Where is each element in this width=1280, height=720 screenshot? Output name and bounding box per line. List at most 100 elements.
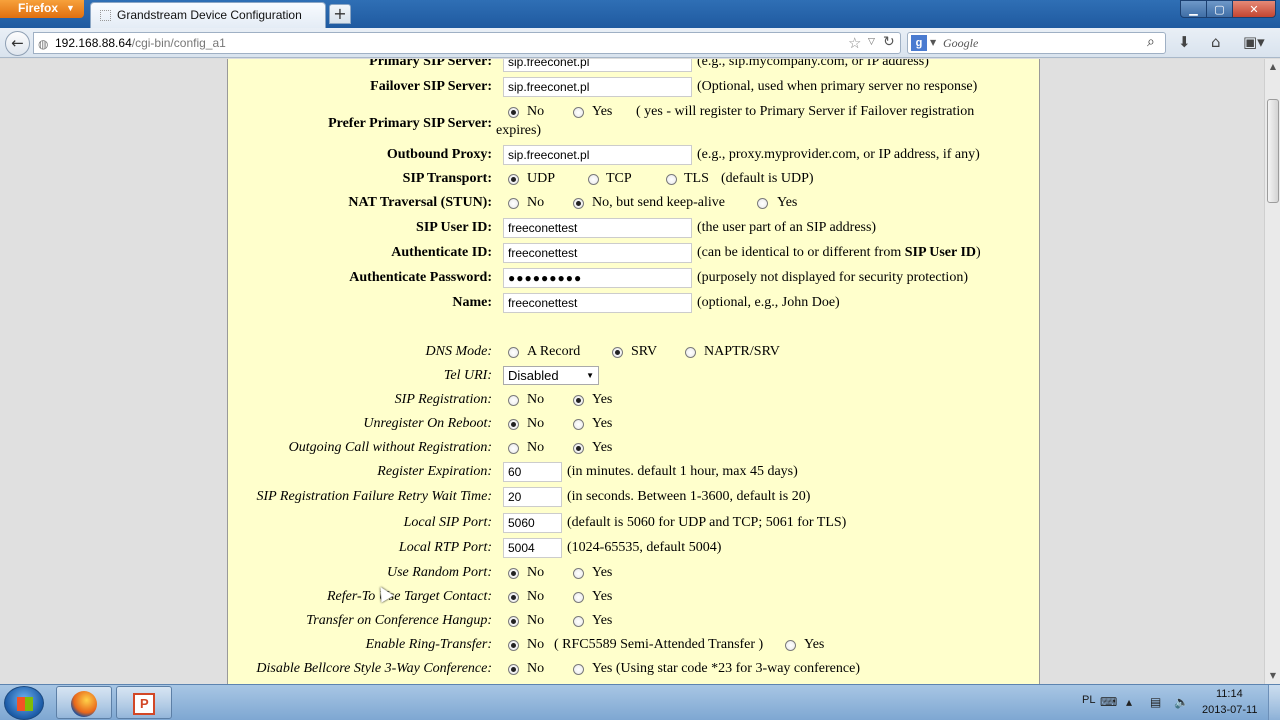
ring-transfer-yes-radio[interactable] xyxy=(785,640,796,651)
back-button[interactable]: ← xyxy=(5,31,30,56)
local-sip-port-input[interactable]: 5060 xyxy=(503,513,562,533)
taskbar-app-button[interactable] xyxy=(116,686,172,719)
random-port-no-radio[interactable] xyxy=(508,568,519,579)
reload-icon[interactable]: ↻ xyxy=(883,34,895,50)
field-hint: (1024-65535, default 5004) xyxy=(567,540,722,555)
local-rtp-port-row: Local RTP Port: 5004 (1024-65535, defaul… xyxy=(228,538,1041,562)
history-dropdown-icon[interactable]: ▽ xyxy=(868,37,875,47)
radio-label: Yes xyxy=(592,104,613,119)
outgoing-no-radio[interactable] xyxy=(508,443,519,454)
tel-uri-row: Tel URI: Disabled ▼ xyxy=(228,366,1041,390)
ring-transfer-no-radio[interactable] xyxy=(508,640,519,651)
field-label: Disable Bellcore Style 3-Way Conference: xyxy=(256,661,492,676)
firefox-menu-label: Firefox xyxy=(18,1,59,15)
search-bar[interactable]: g ▼ Google ⌕ xyxy=(907,32,1166,54)
search-icon[interactable]: ⌕ xyxy=(1147,34,1155,50)
bookmark-star-icon[interactable]: ☆ xyxy=(848,34,861,52)
sip-registration-no-radio[interactable] xyxy=(508,395,519,406)
field-label: Transfer on Conference Hangup: xyxy=(306,613,492,628)
refer-to-no-radio[interactable] xyxy=(508,592,519,603)
tel-uri-select[interactable]: Disabled ▼ xyxy=(503,366,599,385)
back-arrow-icon: ← xyxy=(11,34,24,52)
primary-sip-server-input[interactable]: sip.freeconet.pl xyxy=(503,59,692,72)
tray-expand-icon[interactable]: ▴ xyxy=(1126,695,1132,709)
transport-tls-radio[interactable] xyxy=(666,174,677,185)
vertical-scrollbar[interactable]: ▲ ▼ xyxy=(1264,59,1280,684)
field-hint: (purposely not displayed for security pr… xyxy=(697,270,968,285)
maximize-button[interactable]: ▢ xyxy=(1206,0,1233,18)
clock-time[interactable]: 11:14 xyxy=(1216,688,1243,700)
download-icon[interactable]: ⬇ xyxy=(1178,33,1191,51)
radio-label: Yes xyxy=(592,565,613,580)
nat-no-radio[interactable] xyxy=(508,198,519,209)
sip-user-id-input[interactable]: freeconettest xyxy=(503,218,692,238)
refer-to-target-row: Refer-To Use Target Contact: No Yes xyxy=(228,587,1041,611)
scroll-up-icon[interactable]: ▲ xyxy=(1265,59,1280,75)
unregister-yes-radio[interactable] xyxy=(573,419,584,430)
dns-naptr-radio[interactable] xyxy=(685,347,696,358)
google-icon[interactable]: g xyxy=(911,35,927,51)
transfer-hangup-no-radio[interactable] xyxy=(508,616,519,627)
failover-sip-server-input[interactable]: sip.freeconet.pl xyxy=(503,77,692,97)
outgoing-yes-radio[interactable] xyxy=(573,443,584,454)
radio-label: No xyxy=(527,565,545,580)
close-window-button[interactable]: ✕ xyxy=(1232,0,1276,18)
volume-icon[interactable]: 🔈 xyxy=(1174,695,1189,709)
scrollbar-thumb[interactable] xyxy=(1267,99,1279,203)
sip-registration-row: SIP Registration: No Yes xyxy=(228,390,1041,414)
scroll-down-icon[interactable]: ▼ xyxy=(1265,668,1280,684)
start-button[interactable] xyxy=(4,686,44,720)
nat-yes-radio[interactable] xyxy=(757,198,768,209)
clock-date[interactable]: 2013-07-11 xyxy=(1202,704,1257,716)
field-note: ( RFC5589 Semi-Attended Transfer ) xyxy=(554,637,764,652)
taskbar-firefox-button[interactable] xyxy=(56,686,112,719)
field-label: Name: xyxy=(452,295,492,310)
unregister-no-radio[interactable] xyxy=(508,419,519,430)
addon-toolbar-icon[interactable]: ▣▾ xyxy=(1243,33,1265,51)
minimize-button[interactable]: ▁ xyxy=(1180,0,1207,18)
prefer-primary-no-radio[interactable] xyxy=(508,107,519,118)
language-indicator[interactable]: PL xyxy=(1082,694,1095,706)
random-port-yes-radio[interactable] xyxy=(573,568,584,579)
address-bar[interactable]: ◍ 192.168.88.64/cgi-bin/config_a1 ☆ ▽ ↻ xyxy=(33,32,901,54)
retry-wait-input[interactable]: 20 xyxy=(503,487,562,507)
authenticate-id-input[interactable]: freeconettest xyxy=(503,243,692,263)
home-icon[interactable]: ⌂ xyxy=(1211,33,1221,51)
register-expiration-input[interactable]: 60 xyxy=(503,462,562,482)
show-desktop-button[interactable] xyxy=(1268,685,1280,720)
field-label: Unregister On Reboot: xyxy=(363,416,492,431)
outbound-proxy-row: Outbound Proxy: sip.freeconet.pl (e.g., … xyxy=(228,145,1041,169)
radio-label: No xyxy=(527,195,545,210)
name-input[interactable]: freeconettest xyxy=(503,293,692,313)
transport-udp-radio[interactable] xyxy=(508,174,519,185)
field-hint: (in seconds. Between 1-3600, default is … xyxy=(567,489,811,504)
radio-label: No, but send keep-alive xyxy=(592,195,725,210)
authenticate-password-input[interactable]: ●●●●●●●●● xyxy=(503,268,692,288)
firefox-menu-button[interactable]: Firefox ▼ xyxy=(0,0,84,18)
transport-tcp-radio[interactable] xyxy=(588,174,599,185)
field-hint: (e.g., proxy.myprovider.com, or IP addre… xyxy=(697,147,980,162)
dns-a-record-radio[interactable] xyxy=(508,347,519,358)
sip-registration-yes-radio[interactable] xyxy=(573,395,584,406)
bellcore-yes-radio[interactable] xyxy=(573,664,584,675)
network-icon[interactable]: ▤ xyxy=(1150,695,1161,709)
url-text: 192.168.88.64/cgi-bin/config_a1 xyxy=(55,36,226,50)
new-tab-button[interactable]: + xyxy=(329,4,351,24)
transfer-hangup-yes-radio[interactable] xyxy=(573,616,584,627)
use-random-port-row: Use Random Port: No Yes xyxy=(228,563,1041,587)
prefer-primary-yes-radio[interactable] xyxy=(573,107,584,118)
refer-to-yes-radio[interactable] xyxy=(573,592,584,603)
nat-keepalive-radio[interactable] xyxy=(573,198,584,209)
hint-text: (can be identical to or different from xyxy=(697,245,905,260)
keyboard-icon[interactable]: ⌨ xyxy=(1100,695,1117,709)
dns-srv-radio[interactable] xyxy=(612,347,623,358)
sip-user-id-row: SIP User ID: freeconettest (the user par… xyxy=(228,218,1041,242)
field-label: Enable Ring-Transfer: xyxy=(365,637,492,652)
tab-grandstream-config[interactable]: Grandstream Device Configuration xyxy=(90,2,326,28)
search-engine-dropdown-icon[interactable]: ▼ xyxy=(930,38,936,47)
bellcore-no-radio[interactable] xyxy=(508,664,519,675)
radio-label: Yes xyxy=(592,440,613,455)
outbound-proxy-input[interactable]: sip.freeconet.pl xyxy=(503,145,692,165)
local-rtp-port-input[interactable]: 5004 xyxy=(503,538,562,558)
field-hint: (can be identical to or different from S… xyxy=(697,245,981,261)
